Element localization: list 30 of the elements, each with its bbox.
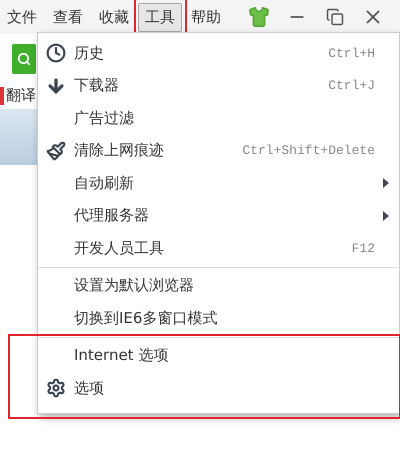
toolbar-background: [0, 109, 37, 165]
brush-icon: [46, 140, 66, 161]
menu-item[interactable]: 广告过滤: [38, 102, 399, 134]
shirt-icon[interactable]: [248, 6, 270, 28]
shortcut-text: F12: [352, 240, 375, 256]
menu-item[interactable]: 设置为默认浏览器: [38, 270, 399, 302]
menu-item[interactable]: 选项: [38, 372, 399, 404]
menu-item[interactable]: 代理服务器: [38, 200, 399, 232]
shortcut-text: Ctrl+J: [328, 78, 375, 94]
menu-item[interactable]: 下载器 Ctrl+J: [38, 70, 399, 102]
menu-bar-item[interactable]: 帮助: [184, 2, 228, 32]
search-button[interactable]: [12, 44, 36, 74]
menu-item[interactable]: 历史 Ctrl+H: [38, 37, 399, 70]
translate-button[interactable]: 翻译: [6, 86, 36, 105]
menu-bar-item[interactable]: 查看: [46, 2, 90, 32]
translate-icon: [0, 86, 4, 104]
menu-item[interactable]: 自动刷新: [38, 167, 399, 200]
menu-item[interactable]: 切换到IE6多窗口模式: [38, 302, 399, 334]
search-icon: [17, 52, 31, 66]
menu-item[interactable]: 开发人员工具 F12: [38, 232, 399, 264]
shortcut-text: Ctrl+H: [328, 46, 375, 61]
clock-icon: [46, 43, 66, 64]
menu-bar-item[interactable]: 收藏: [92, 2, 136, 32]
menu-bar-item[interactable]: 文件: [0, 2, 44, 32]
menu-item[interactable]: Internet 选项: [38, 340, 399, 372]
menu-item[interactable]: 清除上网痕迹 Ctrl+Shift+Delete: [38, 134, 399, 167]
shortcut-text: Ctrl+Shift+Delete: [242, 143, 375, 158]
gear-icon: [46, 378, 66, 398]
menu-bar-item[interactable]: 工具: [138, 2, 182, 32]
restore-icon[interactable]: [326, 8, 344, 26]
